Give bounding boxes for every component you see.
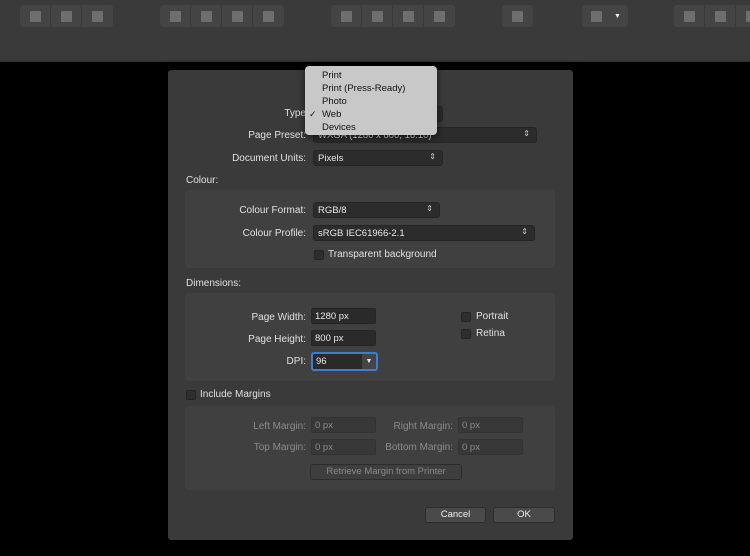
- select-none-icon: [60, 10, 72, 22]
- dimensions-heading: Dimensions:: [186, 278, 242, 289]
- move-to-front-icon: [263, 10, 274, 22]
- include-margins-label: Include Margins: [200, 389, 271, 400]
- portrait-label: Portrait: [476, 311, 509, 322]
- dpi-value: 96: [316, 356, 327, 367]
- cancel-button[interactable]: Cancel: [425, 507, 486, 523]
- move-back-one-button[interactable]: [191, 5, 222, 27]
- intersect-shape-icon: [746, 10, 750, 22]
- right-margin-field[interactable]: 0 px: [458, 417, 523, 433]
- menu-item-web[interactable]: Web: [322, 109, 341, 120]
- dpi-label: DPI:: [286, 356, 306, 367]
- toolbar: ▼: [0, 0, 750, 62]
- colour-profile-label: Colour Profile:: [242, 228, 306, 239]
- page-width-field[interactable]: 1280 px: [311, 308, 376, 324]
- flip-horizontal-button[interactable]: [331, 5, 362, 27]
- align-button[interactable]: [502, 5, 533, 27]
- dropdown-arrow-icon[interactable]: ▼: [362, 354, 376, 369]
- add-shape-button[interactable]: [674, 5, 705, 27]
- align-group: [502, 5, 533, 27]
- snapping-button[interactable]: ▼: [582, 5, 628, 27]
- rotate-left-button[interactable]: [393, 5, 424, 27]
- subtract-shape-icon: [714, 10, 726, 22]
- dropdown-arrow-icon: ▼: [614, 12, 621, 20]
- select-all-icon: [29, 10, 41, 22]
- document-units-label: Document Units:: [232, 153, 306, 164]
- colour-format-label: Colour Format:: [239, 205, 306, 216]
- select-all-button[interactable]: [20, 5, 51, 27]
- retrieve-margin-button[interactable]: Retrieve Margin from Printer: [310, 464, 462, 480]
- updown-arrows-icon: ⇕: [523, 129, 530, 138]
- move-to-back-icon: [169, 10, 181, 22]
- arrange-group: [160, 5, 284, 27]
- rotate-left-icon: [402, 10, 414, 22]
- document-units-select[interactable]: Pixels ⇕: [313, 150, 443, 166]
- colour-format-value: RGB/8: [318, 205, 347, 216]
- subtract-shape-button[interactable]: [705, 5, 736, 27]
- move-to-front-button[interactable]: [253, 5, 284, 27]
- move-forward-one-icon: [231, 10, 243, 22]
- flip-vertical-icon: [371, 10, 383, 22]
- move-back-one-icon: [200, 10, 212, 22]
- align-icon: [512, 10, 523, 22]
- menu-item-print[interactable]: Print: [322, 70, 342, 81]
- snapping-magnet-icon: [591, 10, 602, 22]
- flip-horizontal-icon: [340, 10, 352, 22]
- updown-arrows-icon: ⇕: [426, 204, 433, 213]
- retina-label: Retina: [476, 328, 505, 339]
- snapping-group: ▼: [582, 5, 628, 27]
- invert-selection-button[interactable]: [82, 5, 113, 27]
- rotate-right-button[interactable]: [424, 5, 455, 27]
- right-margin-label: Right Margin:: [393, 421, 453, 432]
- page-height-field[interactable]: 800 px: [311, 330, 376, 346]
- add-shape-icon: [683, 10, 695, 22]
- transform-group: [331, 5, 455, 27]
- colour-format-select[interactable]: RGB/8 ⇕: [313, 202, 440, 218]
- page-preset-label: Page Preset:: [248, 130, 306, 141]
- dpi-combo[interactable]: 96 ▼: [311, 352, 378, 371]
- type-label: Type: [284, 108, 306, 119]
- page-height-label: Page Height:: [248, 334, 306, 345]
- type-dropdown-menu: Print Print (Press-Ready) Photo ✓ Web De…: [305, 66, 437, 135]
- updown-arrows-icon: ⇕: [429, 152, 436, 161]
- updown-arrows-icon: ⇕: [521, 227, 528, 236]
- bottom-margin-label: Bottom Margin:: [385, 442, 453, 453]
- menu-item-photo[interactable]: Photo: [322, 96, 347, 107]
- flip-vertical-button[interactable]: [362, 5, 393, 27]
- include-margins-checkbox[interactable]: [186, 390, 196, 400]
- page-width-label: Page Width:: [251, 312, 306, 323]
- colour-profile-select[interactable]: sRGB IEC61966-2.1 ⇕: [313, 225, 535, 241]
- bottom-margin-field[interactable]: 0 px: [458, 439, 523, 455]
- colour-heading: Colour:: [186, 175, 219, 186]
- new-document-dialog: Type Page Preset: WXGA (1280 x 800, 16:1…: [168, 70, 573, 540]
- portrait-checkbox[interactable]: [461, 312, 471, 322]
- move-to-back-button[interactable]: [160, 5, 191, 27]
- boolean-group: [674, 5, 750, 27]
- move-forward-one-button[interactable]: [222, 5, 253, 27]
- select-none-button[interactable]: [51, 5, 82, 27]
- colour-profile-value: sRGB IEC61966-2.1: [318, 228, 405, 239]
- menu-item-print-press-ready[interactable]: Print (Press-Ready): [322, 83, 405, 94]
- transparent-background-checkbox[interactable]: [314, 250, 324, 260]
- rotate-right-icon: [434, 10, 445, 22]
- invert-selection-icon: [92, 10, 103, 22]
- document-units-value: Pixels: [318, 153, 344, 164]
- intersect-shape-button[interactable]: [736, 5, 750, 27]
- top-margin-label: Top Margin:: [253, 442, 306, 453]
- checkmark-icon: ✓: [309, 109, 317, 119]
- retina-checkbox[interactable]: [461, 329, 471, 339]
- menu-item-devices[interactable]: Devices: [322, 122, 356, 133]
- ok-button[interactable]: OK: [493, 507, 555, 523]
- left-margin-label: Left Margin:: [253, 421, 306, 432]
- selection-group: [20, 5, 113, 27]
- transparent-background-label: Transparent background: [328, 249, 437, 260]
